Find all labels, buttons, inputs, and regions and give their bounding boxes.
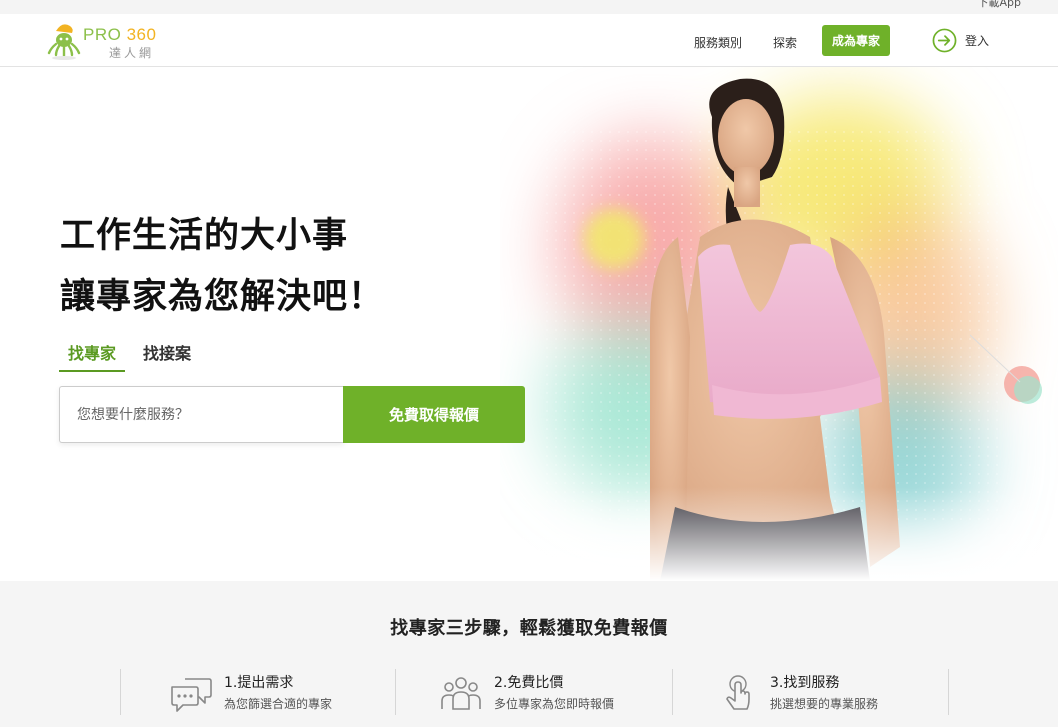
service-search-box: [59, 386, 344, 443]
step-desc: 挑選想要的專業服務: [770, 697, 879, 711]
logo-wordmark: PRO 360: [83, 25, 157, 44]
step-divider: [948, 669, 949, 715]
hero-illustration: [500, 78, 1058, 581]
octopus-logo-icon: [47, 24, 81, 60]
three-steps-section: 找專家三步驟，輕鬆獲取免費報價 1.提出需求 為您篩選合適的專家 2.免費比價 …: [0, 581, 1058, 727]
login-label: 登入: [965, 33, 990, 48]
arrow-circle-right-icon: [932, 28, 957, 52]
hero-section: 工作生活的大小事 讓專家為您解決吧！ 找專家 找接案 免費取得報價: [0, 67, 1058, 581]
steps-title: 找專家三步驟，輕鬆獲取免費報價: [390, 618, 668, 639]
become-pro-button[interactable]: 成為專家: [822, 25, 890, 56]
step-title: 2.免費比價: [494, 675, 564, 691]
hand-tap-icon: [726, 675, 750, 710]
step-divider: [395, 669, 396, 715]
nav-explore[interactable]: 探索: [773, 34, 797, 51]
login-link[interactable]: 登入: [932, 27, 989, 53]
step-title: 3.找到服務: [770, 675, 840, 691]
tab-find-pro[interactable]: 找專家: [59, 343, 125, 372]
step-divider: [120, 669, 121, 715]
step-divider: [672, 669, 673, 715]
hero-headline-line1: 工作生活的大小事: [60, 216, 349, 256]
top-strip: 下載App: [0, 0, 1058, 14]
site-header: PRO 360 達人網 服務類別 探索 成為專家 登入: [0, 14, 1058, 67]
nav-service-categories[interactable]: 服務類別: [694, 34, 742, 51]
people-group-icon: [441, 677, 481, 710]
service-search-input[interactable]: [60, 387, 344, 442]
step-title: 1.提出需求: [224, 675, 294, 691]
logo[interactable]: PRO 360 達人網: [47, 19, 167, 63]
download-app-link[interactable]: 下載App: [978, 0, 1022, 10]
hero-headline-line2: 讓專家為您解決吧！: [60, 277, 385, 317]
chat-bubbles-icon: [171, 678, 212, 712]
logo-subtitle: 達人網: [109, 46, 155, 60]
step-desc: 為您篩選合適的專家: [224, 697, 333, 711]
step-desc: 多位專家為您即時報價: [494, 697, 615, 711]
tab-find-jobs[interactable]: 找接案: [143, 343, 191, 372]
get-free-quote-button[interactable]: 免費取得報價: [343, 386, 525, 443]
